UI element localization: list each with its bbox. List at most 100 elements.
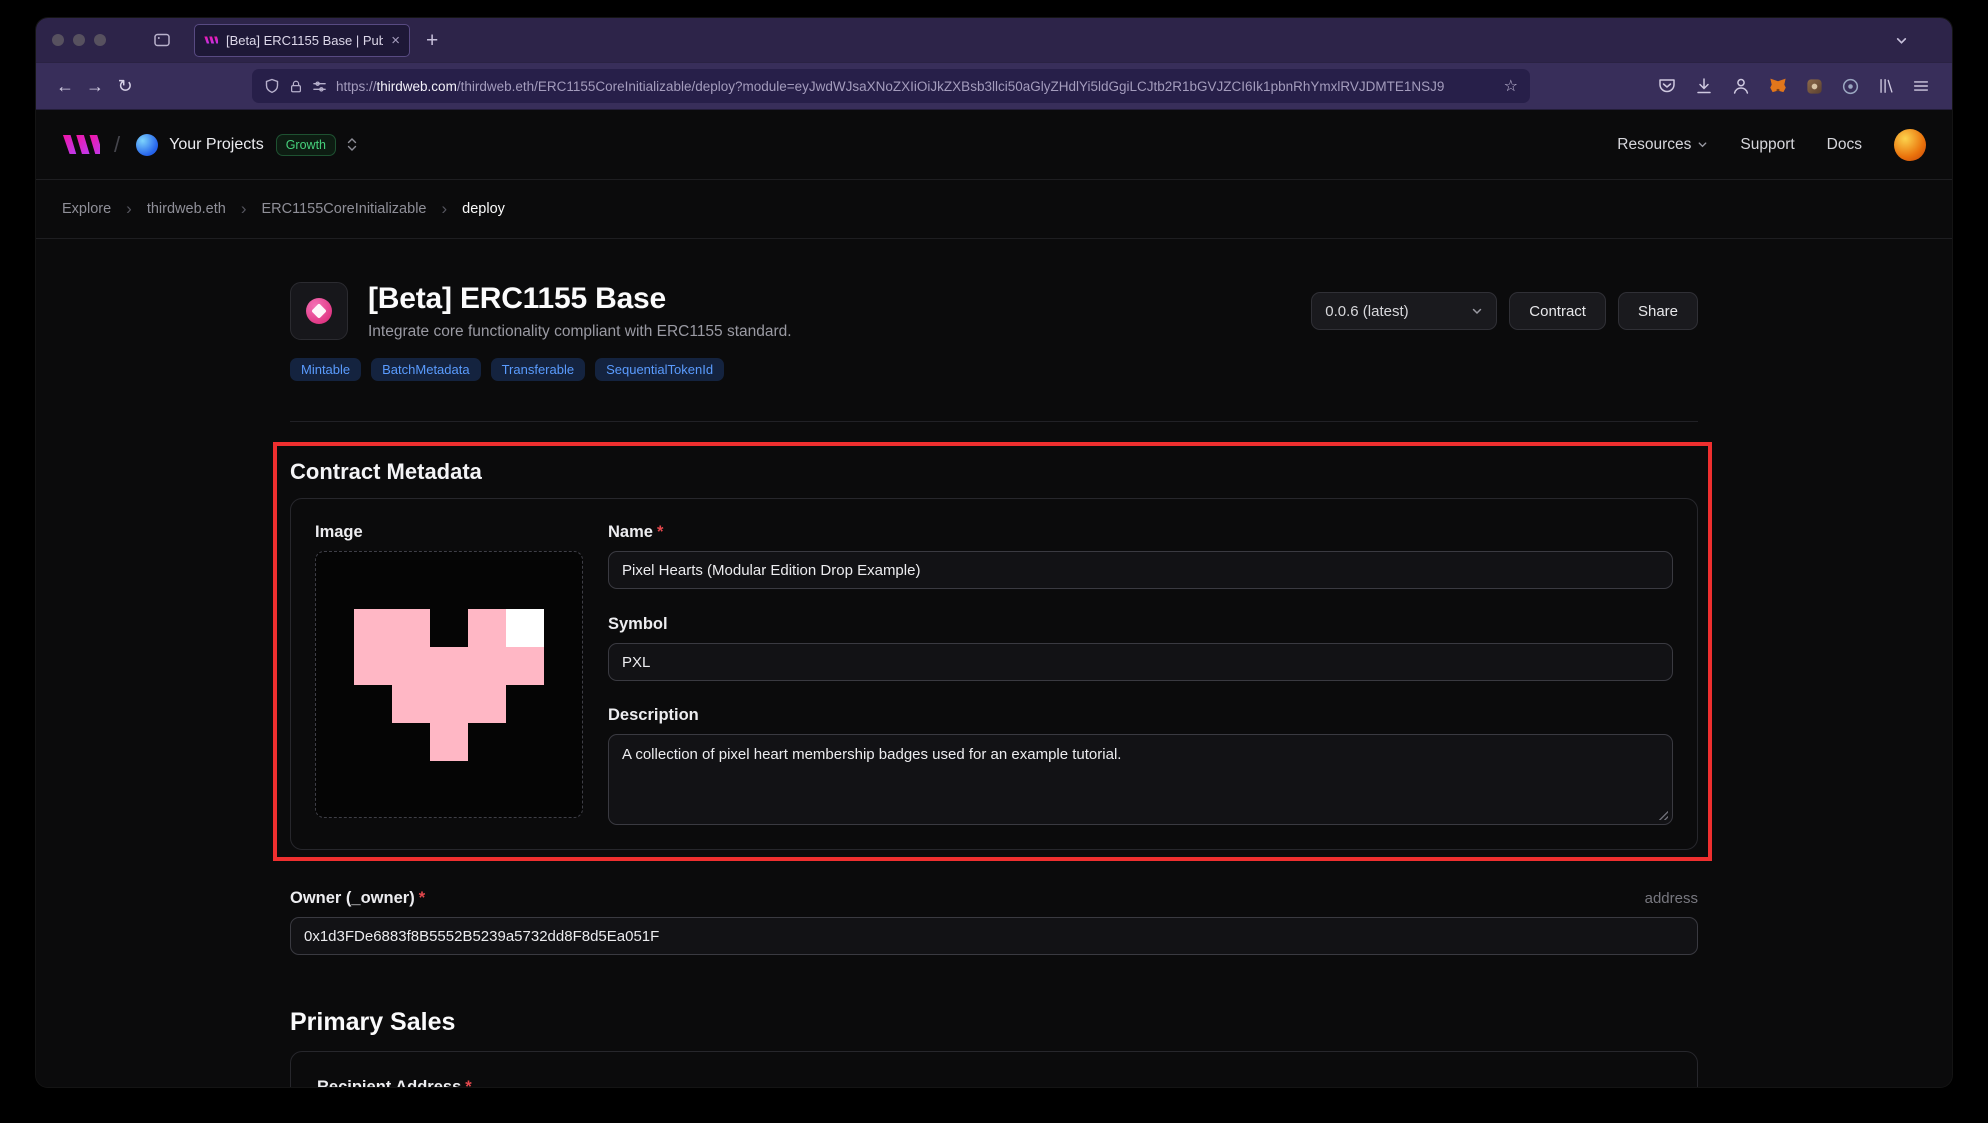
contract-icon	[290, 282, 348, 340]
divider	[290, 421, 1698, 422]
new-tab-button[interactable]: +	[426, 30, 438, 51]
url-text[interactable]: https://thirdweb.com/thirdweb.eth/ERC115…	[336, 79, 1487, 94]
extension-icon[interactable]	[1805, 77, 1824, 96]
breadcrumb-contract[interactable]: ERC1155CoreInitializable	[262, 201, 427, 217]
project-avatar[interactable]	[136, 134, 158, 156]
breadcrumb-separator-icon: ›	[241, 199, 247, 219]
downloads-icon[interactable]	[1694, 76, 1714, 96]
browser-toolbar: ← → ↻ https://thirdweb.com/thirdweb.eth/…	[36, 62, 1952, 110]
breadcrumb-explore[interactable]: Explore	[62, 201, 111, 217]
extension-badges: Mintable BatchMetadata Transferable Sequ…	[290, 358, 1698, 381]
lock-icon[interactable]	[289, 79, 303, 94]
name-label: Name*	[608, 523, 1673, 542]
window-close-button[interactable]	[52, 34, 64, 46]
owner-section: Owner (_owner)* address	[290, 889, 1698, 955]
badge-sequentialtokenid[interactable]: SequentialTokenId	[595, 358, 724, 381]
required-asterisk: *	[419, 889, 425, 907]
name-input[interactable]	[608, 551, 1673, 589]
contract-header: [Beta] ERC1155 Base Integrate core funct…	[290, 239, 1698, 341]
account-icon[interactable]	[1731, 76, 1751, 96]
extension-circle-icon[interactable]	[1841, 77, 1860, 96]
tab-close-icon[interactable]: ×	[391, 33, 400, 48]
window-zoom-button[interactable]	[94, 34, 106, 46]
description-field-wrap: A collection of pixel heart membership b…	[608, 734, 1673, 825]
badge-batchmetadata[interactable]: BatchMetadata	[371, 358, 480, 381]
owner-label-row: Owner (_owner)* address	[290, 889, 1698, 908]
firefox-view-icon[interactable]	[152, 30, 172, 50]
nav-resources[interactable]: Resources	[1617, 136, 1708, 154]
contract-actions: 0.0.6 (latest) Contract Share	[1311, 292, 1698, 330]
metamask-extension-icon[interactable]	[1768, 76, 1788, 96]
chevron-down-icon	[1697, 139, 1708, 150]
image-column: Image	[315, 523, 583, 825]
symbol-input[interactable]	[608, 643, 1673, 681]
bookmark-star-icon[interactable]: ☆	[1504, 76, 1518, 96]
required-asterisk: *	[465, 1078, 471, 1087]
url-path: /thirdweb.eth/ERC1155CoreInitializable/d…	[457, 79, 1445, 94]
breadcrumb-separator-icon: ›	[441, 199, 447, 219]
owner-type-hint: address	[1645, 890, 1698, 907]
header-nav: Resources Support Docs	[1617, 129, 1926, 161]
breadcrumb-separator-icon: ›	[126, 199, 132, 219]
share-button[interactable]: Share	[1618, 292, 1698, 330]
window-minimize-button[interactable]	[73, 34, 85, 46]
contract-button[interactable]: Contract	[1509, 292, 1606, 330]
nav-docs[interactable]: Docs	[1827, 136, 1862, 154]
contract-metadata-card: Image Name* Symbol Description A collect…	[290, 498, 1698, 850]
forward-button[interactable]: →	[80, 76, 110, 97]
pocket-icon[interactable]	[1657, 76, 1677, 96]
contract-subtitle: Integrate core functionality compliant w…	[368, 323, 792, 341]
permissions-icon[interactable]	[312, 79, 327, 94]
thirdweb-favicon	[204, 33, 218, 47]
primary-sales-card: Recipient Address *	[290, 1051, 1698, 1087]
breadcrumb-deploy: deploy	[462, 201, 505, 217]
tracking-shield-icon[interactable]	[264, 78, 280, 94]
nav-support[interactable]: Support	[1740, 136, 1794, 154]
contract-title-block: [Beta] ERC1155 Base Integrate core funct…	[368, 282, 792, 341]
traffic-lights	[52, 34, 106, 46]
contract-metadata-section: Contract Metadata Image Name* Symbol Des	[290, 459, 1698, 850]
site-header: / Your Projects Growth Resources Support…	[36, 110, 1952, 180]
image-upload-dropzone[interactable]	[315, 551, 583, 818]
back-button[interactable]: ←	[50, 76, 80, 97]
primary-sales-title: Primary Sales	[290, 1008, 1698, 1037]
chevron-down-icon	[1471, 305, 1483, 317]
badge-mintable[interactable]: Mintable	[290, 358, 361, 381]
required-asterisk: *	[657, 523, 663, 541]
badge-transferable[interactable]: Transferable	[491, 358, 586, 381]
breadcrumb-slash: /	[114, 132, 120, 158]
browser-tab[interactable]: [Beta] ERC1155 Base | Publishe ×	[194, 24, 410, 57]
menu-icon[interactable]	[1912, 77, 1930, 95]
breadcrumb: Explore › thirdweb.eth › ERC1155CoreInit…	[36, 180, 1952, 239]
list-tabs-chevron-icon[interactable]	[1895, 34, 1908, 47]
project-switcher-chevrons-icon[interactable]	[347, 138, 357, 151]
breadcrumb-publisher[interactable]: thirdweb.eth	[147, 201, 226, 217]
tab-title: [Beta] ERC1155 Base | Publishe	[226, 33, 383, 48]
thirdweb-logo[interactable]	[62, 133, 100, 156]
url-bar[interactable]: https://thirdweb.com/thirdweb.eth/ERC115…	[252, 69, 1530, 103]
project-switcher-label[interactable]: Your Projects	[169, 136, 264, 154]
toolbar-icons	[1657, 76, 1938, 96]
fields-column: Name* Symbol Description A collection of…	[608, 523, 1673, 825]
description-textarea[interactable]: A collection of pixel heart membership b…	[608, 734, 1673, 825]
symbol-label: Symbol	[608, 615, 1673, 634]
main-content: [Beta] ERC1155 Base Integrate core funct…	[290, 239, 1698, 1087]
owner-label-text: Owner (_owner)	[290, 889, 415, 907]
recipient-label-text: Recipient Address	[317, 1078, 461, 1087]
page-title: [Beta] ERC1155 Base	[368, 282, 792, 316]
description-label: Description	[608, 706, 1673, 725]
reload-button[interactable]: ↻	[110, 76, 140, 97]
owner-address-input[interactable]	[290, 917, 1698, 955]
plan-badge[interactable]: Growth	[276, 134, 336, 156]
version-select[interactable]: 0.0.6 (latest)	[1311, 292, 1497, 330]
url-scheme: https://	[336, 79, 377, 94]
version-select-value: 0.0.6 (latest)	[1325, 303, 1408, 320]
user-avatar[interactable]	[1894, 129, 1926, 161]
nav-resources-label: Resources	[1617, 136, 1691, 154]
recipient-address-label: Recipient Address *	[317, 1078, 1671, 1087]
tab-strip: [Beta] ERC1155 Base | Publishe × +	[36, 18, 1952, 62]
name-label-text: Name	[608, 523, 653, 541]
pixel-heart-image	[354, 609, 544, 761]
image-label: Image	[315, 523, 583, 542]
library-icon[interactable]	[1877, 77, 1895, 95]
